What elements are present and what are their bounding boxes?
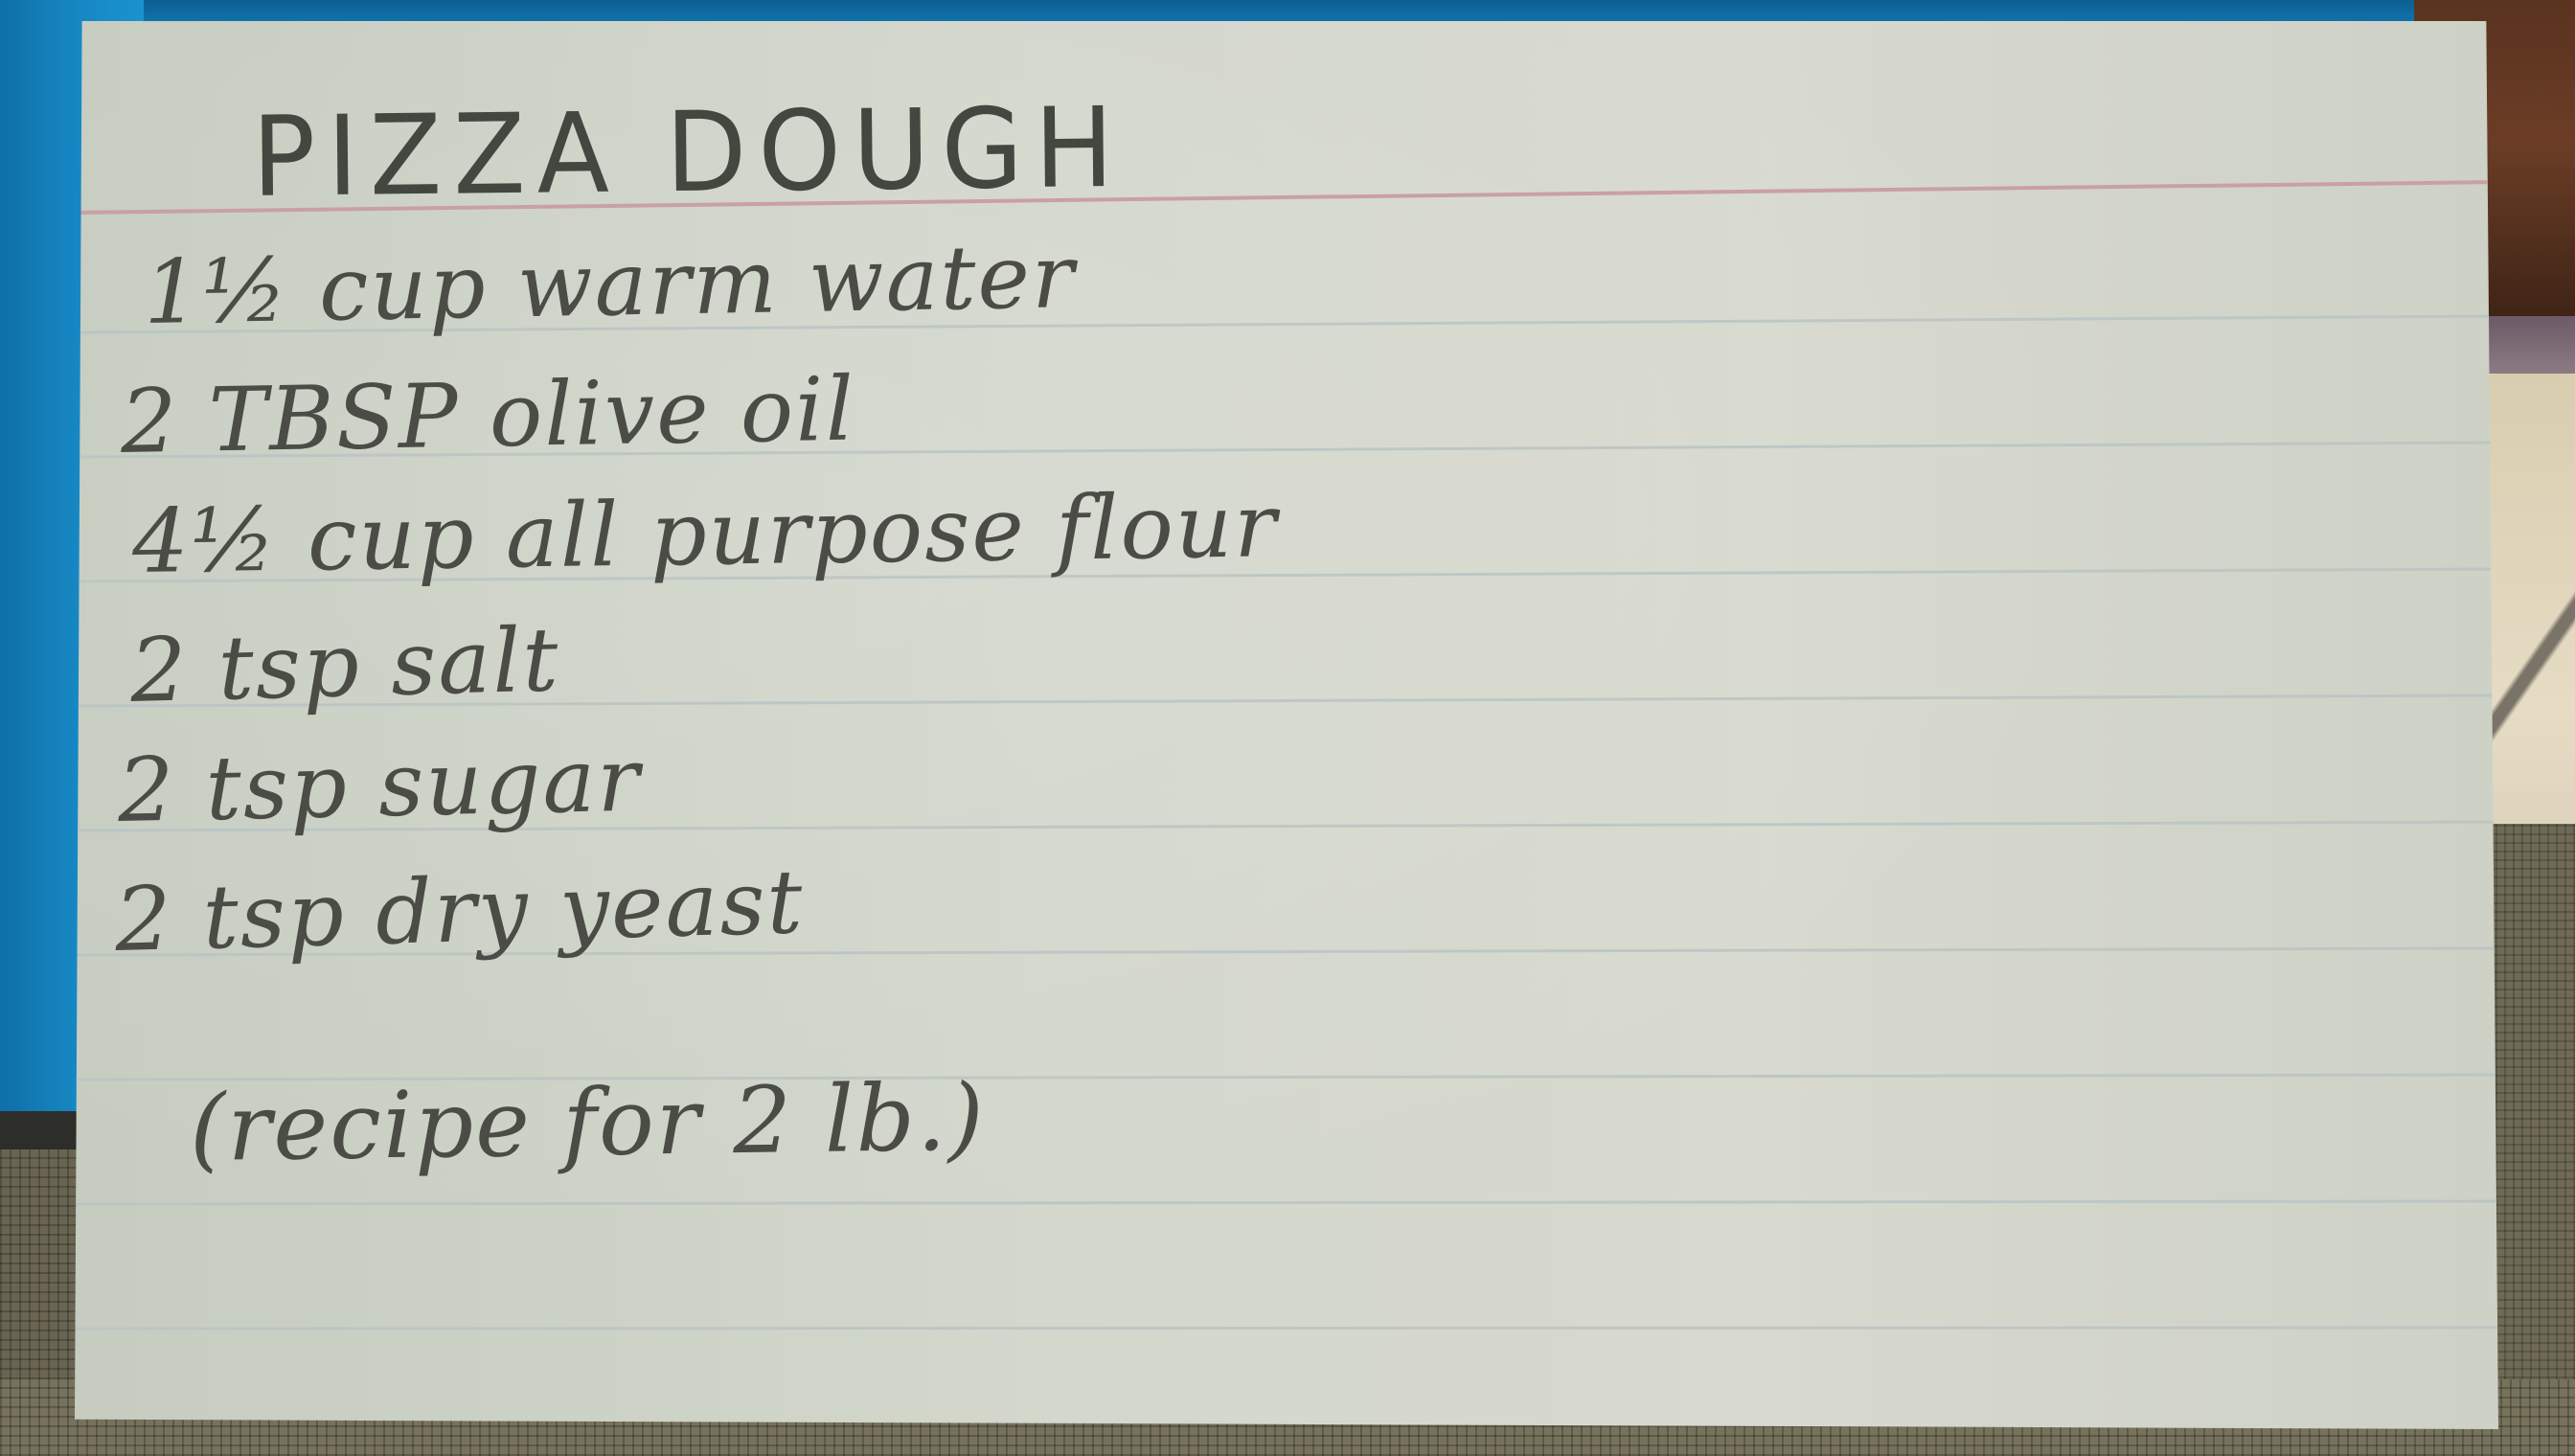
yield-note: (recipe for 2 lb.) — [189, 1063, 987, 1182]
ingredient-line: 2 TBSP olive oil — [120, 357, 856, 473]
ingredient-line: 2 tsp sugar — [116, 728, 643, 842]
recipe-index-card: PIZZA DOUGH 1½ cup warm water 2 TBSP oli… — [75, 21, 2498, 1429]
ingredient-line: 2 tsp salt — [128, 608, 561, 722]
ingredient-line: 1½ cup warm water — [143, 225, 1077, 344]
photo-scene: PIZZA DOUGH 1½ cup warm water 2 TBSP oli… — [0, 0, 2575, 1456]
recipe-title: PIZZA DOUGH — [251, 82, 1127, 222]
card-ruling — [75, 180, 2498, 1331]
ingredient-line: 2 tsp dry yeast — [113, 851, 806, 971]
ingredient-line: 4½ cup all purpose flour — [131, 474, 1279, 593]
